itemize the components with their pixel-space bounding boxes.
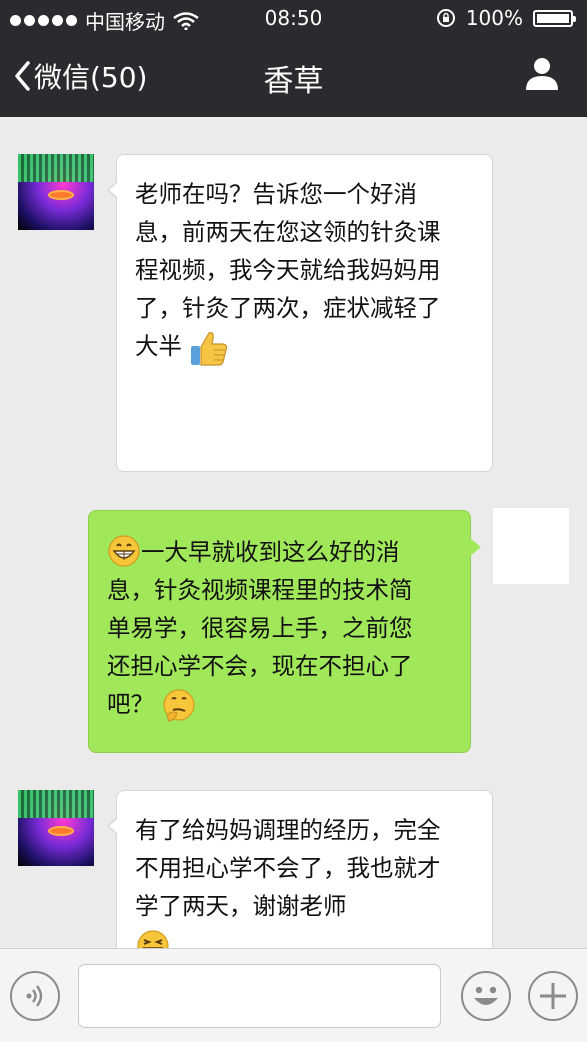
thumbs-up-icon <box>191 331 228 366</box>
profile-icon[interactable] <box>523 54 561 92</box>
message-text: 老师在吗？告诉您一个好消 息，前两天在您这领的针灸课 程视频，我今天就给我妈妈用… <box>135 180 441 360</box>
contact-avatar[interactable] <box>18 154 94 230</box>
input-bar <box>0 948 587 1042</box>
plus-icon[interactable] <box>528 971 578 1021</box>
message-bubble-outgoing[interactable]: 一大早就收到这么好的消 息，针灸视频课程里的技术简 单易学，很容易上手，之前您 … <box>88 510 481 753</box>
battery-icon <box>533 9 576 27</box>
thinking-face-icon <box>163 688 196 722</box>
battery-percent: 100% <box>465 6 523 30</box>
message-input[interactable] <box>78 964 441 1028</box>
emoji-icon[interactable] <box>461 971 511 1021</box>
message-bubble-incoming[interactable]: 老师在吗？告诉您一个好消 息，前两天在您这领的针灸课 程视频，我今天就给我妈妈用… <box>107 154 493 472</box>
contact-avatar[interactable] <box>18 790 94 866</box>
top-bar: 中国移动 08:50 100% 微信(50) 香草 <box>0 0 587 117</box>
status-bar: 中国移动 08:50 100% <box>0 0 587 36</box>
message-text: 有了给妈妈调理的经历，完全 不用担心学不会了，我也就才 学了两天，谢谢老师 <box>135 816 441 920</box>
message-text: 一大早就收到这么好的消 息，针灸视频课程里的技术简 单易学，很容易上手，之前您 … <box>107 538 413 718</box>
grinning-face-icon <box>108 534 140 567</box>
navigation-bar: 微信(50) 香草 <box>0 36 587 117</box>
voice-icon[interactable] <box>10 971 60 1021</box>
my-avatar[interactable] <box>493 508 569 584</box>
rotation-lock-icon <box>436 9 455 27</box>
chat-title: 香草 <box>263 64 324 99</box>
